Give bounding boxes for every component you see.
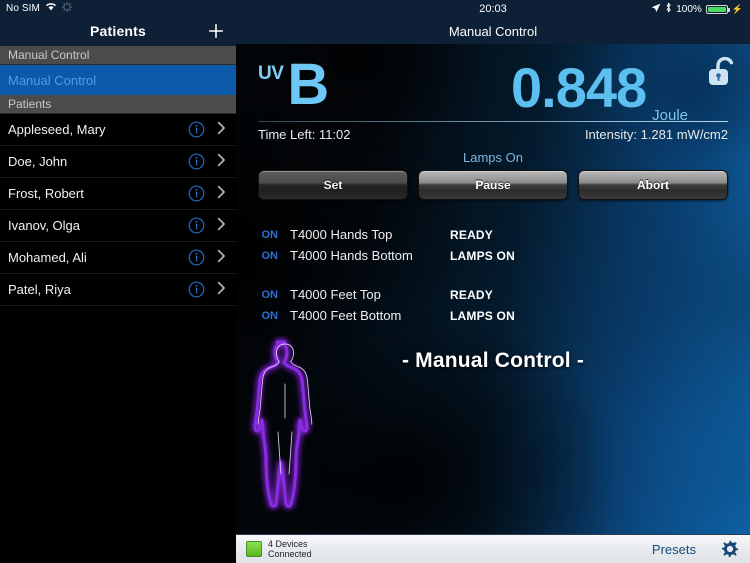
divider-line (258, 121, 728, 122)
patient-name: Frost, Robert (8, 186, 84, 201)
device-row: ON T4000 Hands Bottom LAMPS ON (236, 245, 750, 266)
gear-icon[interactable] (720, 539, 740, 559)
battery-percent-label: 100% (676, 3, 702, 15)
bottom-toolbar: 4 Devices Connected Presets (236, 534, 750, 563)
device-power-state: ON (261, 228, 279, 241)
device-name: T4000 Feet Bottom (290, 308, 402, 323)
patient-name: Appleseed, Mary (8, 122, 106, 137)
patient-name: Mohamed, Ali (8, 250, 87, 265)
activity-spinner-icon (62, 1, 72, 15)
info-circle-icon[interactable] (188, 153, 205, 170)
carrier-label: No SIM (6, 2, 40, 14)
clock-label: 20:03 (479, 3, 507, 15)
app-root: No SIM Patients Manual Control Manual Co… (0, 0, 750, 563)
patient-name: Patel, Riya (8, 282, 71, 297)
sidebar-item-label: Manual Control (8, 72, 97, 88)
list-item[interactable]: Patel, Riya (0, 274, 236, 306)
sidebar-section-header-manual: Manual Control (0, 46, 236, 65)
main-status-bar: 20:03 100% ⚡ (236, 0, 750, 18)
patient-name: Doe, John (8, 154, 68, 169)
device-name: T4000 Hands Bottom (290, 248, 413, 263)
connected-label: Connected (268, 549, 312, 559)
chevron-right-icon (217, 281, 226, 298)
sidebar-status-bar: No SIM (0, 0, 236, 16)
chevron-right-icon (217, 249, 226, 266)
connection-status: 4 Devices Connected (246, 539, 312, 559)
status-icons: 100% ⚡ (651, 2, 743, 16)
device-status-list: ON T4000 Hands Top READY ON T4000 Hands … (236, 224, 750, 326)
chevron-right-icon (217, 217, 226, 234)
location-arrow-icon (651, 3, 661, 16)
device-status: READY (450, 227, 494, 242)
presets-button[interactable]: Presets (652, 542, 696, 557)
device-status: LAMPS ON (450, 248, 515, 263)
patients-sidebar: No SIM Patients Manual Control Manual Co… (0, 0, 236, 563)
dose-display: 0.848 Joule (511, 56, 688, 125)
chevron-right-icon (217, 121, 226, 138)
uv-band-display: UV B (258, 52, 330, 117)
unlocked-padlock-icon[interactable] (706, 54, 740, 92)
main-content: UV B 0.848 Joule Time Left: 11:02 Intens… (236, 44, 750, 534)
add-patient-button[interactable] (206, 21, 226, 41)
abort-button[interactable]: Abort (578, 170, 728, 200)
wifi-icon (45, 2, 57, 14)
device-power-state: ON (261, 249, 279, 262)
devices-count-label: 4 Devices (268, 539, 308, 549)
dose-value: 0.848 (511, 56, 647, 119)
list-item[interactable]: Frost, Robert (0, 178, 236, 210)
info-circle-icon[interactable] (188, 217, 205, 234)
info-circle-icon[interactable] (188, 121, 205, 138)
device-name: T4000 Feet Top (290, 287, 381, 302)
chevron-right-icon (217, 185, 226, 202)
info-circle-icon[interactable] (188, 281, 205, 298)
control-button-row: Set Pause Abort (236, 170, 750, 200)
patient-name: Ivanov, Olga (8, 218, 81, 233)
pause-button[interactable]: Pause (418, 170, 568, 200)
connection-text: 4 Devices Connected (268, 539, 312, 559)
device-row: ON T4000 Feet Top READY (236, 284, 750, 305)
uv-band-label: B (287, 52, 330, 117)
sidebar-nav-bar: Patients (0, 16, 236, 46)
chevron-right-icon (217, 153, 226, 170)
device-power-state: ON (261, 309, 279, 322)
set-button[interactable]: Set (258, 170, 408, 200)
device-name: T4000 Hands Top (290, 227, 393, 242)
uv-prefix-label: UV (258, 63, 284, 84)
time-left-label: Time Left: 11:02 (258, 127, 351, 142)
main-nav-bar: Manual Control (236, 18, 750, 44)
sidebar-section-header-patients: Patients (0, 95, 236, 114)
bluetooth-icon (665, 2, 672, 16)
battery-charging-icon (705, 4, 730, 14)
list-item[interactable]: Ivanov, Olga (0, 210, 236, 242)
device-row: ON T4000 Feet Bottom LAMPS ON (236, 305, 750, 326)
body-silhouette-icon (248, 336, 322, 526)
list-item[interactable]: Doe, John (0, 146, 236, 178)
device-status: LAMPS ON (450, 308, 515, 323)
page-title: Patients (89, 23, 147, 39)
main-title: Manual Control (448, 23, 538, 39)
device-row: ON T4000 Hands Top READY (236, 224, 750, 245)
device-power-state: ON (261, 288, 279, 301)
sidebar-item-manual-control[interactable]: Manual Control (0, 65, 236, 95)
intensity-label: Intensity: 1.281 mW/cm2 (584, 127, 728, 142)
list-item[interactable]: Mohamed, Ali (0, 242, 236, 274)
plus-icon (208, 23, 223, 38)
green-status-square-icon (246, 541, 262, 557)
manual-control-panel: 20:03 100% ⚡ Manual Control UV B 0.848 J… (236, 0, 750, 563)
charging-bolt-icon: ⚡ (731, 3, 743, 14)
device-list-gap (236, 266, 750, 284)
list-item[interactable]: Appleseed, Mary (0, 114, 236, 146)
info-circle-icon[interactable] (188, 185, 205, 202)
lamps-status-label: Lamps On (463, 150, 523, 165)
info-circle-icon[interactable] (188, 249, 205, 266)
device-status: READY (450, 287, 494, 302)
